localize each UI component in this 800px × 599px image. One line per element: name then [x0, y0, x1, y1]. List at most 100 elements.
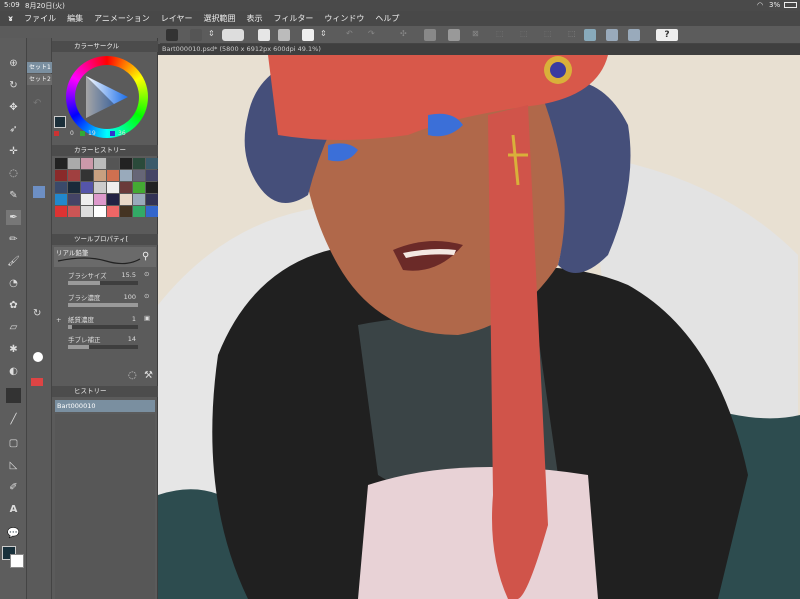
menu-bar: ɤ ファイル 編集 アニメーション レイヤー 選択範囲 表示 フィルター ウィン…	[0, 11, 800, 26]
menu-filter[interactable]: フィルター	[274, 13, 314, 24]
text-tool-icon[interactable]: A	[6, 502, 21, 517]
figure-tool-icon[interactable]: ╱	[6, 412, 21, 427]
airbrush-tool-icon[interactable]: ◔	[6, 276, 21, 291]
settings-icon[interactable]: ▣	[144, 314, 150, 322]
subtool-icon-3[interactable]: ↻	[33, 308, 41, 319]
wrench-icon[interactable]: ⚒	[144, 370, 153, 381]
color-circle-title: カラーサークル	[74, 42, 120, 50]
reset-icon[interactable]: ◌	[128, 370, 137, 381]
brush-tool-icon[interactable]: 🖌	[6, 254, 21, 269]
menu-animation[interactable]: アニメーション	[94, 13, 150, 24]
move-tool-icon[interactable]: ✥	[6, 100, 21, 115]
illustration-canvas[interactable]	[158, 55, 800, 599]
arrows-updown-icon[interactable]: ⇕	[208, 29, 220, 41]
undo-history-icon[interactable]	[190, 29, 202, 41]
panel-column: カラーサークル 0 19 36 カラーヒストリー ツールプロパティ[ リアル鉛筆…	[52, 38, 158, 599]
ruler-icon[interactable]	[584, 29, 596, 41]
move-icon[interactable]	[424, 29, 436, 41]
tool-property-title: ツールプロパティ[	[74, 235, 129, 243]
cc-main-color[interactable]	[54, 116, 66, 128]
eyedropper-tool-icon[interactable]: ✎	[6, 188, 21, 203]
menu-selection[interactable]: 選択範囲	[204, 13, 236, 24]
menu-view[interactable]: 表示	[247, 13, 263, 24]
wifi-icon: ◠	[757, 1, 764, 9]
sub-color-swatch[interactable]	[10, 554, 24, 568]
subtool-icon-4[interactable]	[33, 352, 43, 362]
subtool-icon-2[interactable]	[33, 186, 45, 198]
frame-tool-icon[interactable]: ▢	[6, 436, 21, 451]
history-item[interactable]: Bart000010	[55, 400, 155, 412]
correct-line-tool-icon[interactable]: ✐	[6, 480, 21, 495]
brush-preview[interactable]: リアル鉛筆 ⚲	[54, 247, 156, 267]
h-value: 0	[70, 130, 74, 137]
pencil-tool-icon[interactable]: ✏	[6, 232, 21, 247]
app-logo-icon[interactable]: ɤ	[8, 14, 13, 23]
save-icon[interactable]	[302, 29, 314, 41]
pressure-icon[interactable]: ⊙	[144, 270, 149, 278]
fill-icon[interactable]	[448, 29, 460, 41]
crop-icon[interactable]: ⬚	[496, 29, 508, 41]
snap-icon[interactable]	[628, 29, 640, 41]
command-bar: ⇕ ⇕ ↶ ↷ ✣ ⊠ ⬚ ⬚ ⬚ ⬚ ?	[160, 26, 800, 44]
lasso-tool-icon[interactable]: ◌	[6, 166, 21, 181]
deselect-icon[interactable]: ⊠	[472, 29, 484, 41]
menu-window[interactable]: ウィンドウ	[324, 13, 364, 24]
perspective-icon[interactable]	[606, 29, 618, 41]
invert-icon[interactable]: ⬚	[544, 29, 556, 41]
blend-tool-icon[interactable]: ✱	[6, 342, 21, 357]
help-icon[interactable]: ?	[656, 29, 678, 41]
move-layer-tool-icon[interactable]: ✛	[6, 144, 21, 159]
rotate-tool-icon[interactable]: ↻	[6, 78, 21, 93]
battery-icon	[784, 2, 797, 8]
history-title: ヒストリー	[74, 387, 107, 395]
color-wheel[interactable]	[66, 56, 148, 138]
subtool-icon-5[interactable]	[31, 378, 43, 386]
redo-icon[interactable]: ↷	[368, 29, 380, 41]
fill-tool-icon[interactable]: ◐	[6, 364, 21, 379]
menu-layer[interactable]: レイヤー	[161, 13, 193, 24]
menu-edit[interactable]: 編集	[67, 13, 83, 24]
history-list	[55, 414, 155, 599]
set-tab-1[interactable]: セット1	[27, 62, 52, 73]
color-triangle[interactable]	[84, 74, 130, 120]
pressure-icon[interactable]: ⊙	[144, 292, 149, 300]
brush-search-icon[interactable]: ⚲	[142, 251, 149, 262]
v-value: 36	[118, 130, 126, 137]
color-history-header[interactable]: カラーヒストリー	[52, 145, 158, 156]
arrows-updown-2-icon[interactable]: ⇕	[320, 29, 332, 41]
balloon-tool-icon[interactable]: 💬	[6, 526, 21, 541]
subtool-icon-1[interactable]: ↶	[33, 98, 41, 109]
eraser-tool-icon[interactable]: ▱	[6, 320, 21, 335]
history-header[interactable]: ヒストリー	[52, 386, 158, 397]
v-marker	[110, 131, 115, 136]
grid-icon[interactable]	[166, 29, 178, 41]
document-tab[interactable]: Bart000010.psd* (5800 x 6912px 600dpi 49…	[158, 44, 800, 55]
prop-paper-density[interactable]: + 紙質濃度 1 ▣	[56, 314, 156, 334]
gradient-tool-icon[interactable]	[6, 388, 21, 403]
undo-icon[interactable]: ↶	[346, 29, 358, 41]
prop-brush-density[interactable]: ブラシ濃度 100 ⊙	[56, 292, 156, 312]
new-file-icon[interactable]	[258, 29, 270, 41]
scale-icon[interactable]: ⬚	[568, 29, 580, 41]
tool-property-header[interactable]: ツールプロパティ[	[52, 234, 158, 245]
color-circle-header[interactable]: カラーサークル	[52, 41, 158, 52]
clip-studio-icon[interactable]	[222, 29, 244, 41]
s-value: 19	[88, 130, 96, 137]
transform-icon[interactable]: ✣	[400, 29, 412, 41]
open-folder-icon[interactable]	[278, 29, 290, 41]
selection-icon[interactable]: ⬚	[520, 29, 532, 41]
color-history-grid[interactable]	[55, 158, 158, 220]
prop-brush-size[interactable]: ブラシサイズ 15.5 ⊙	[56, 270, 156, 290]
menu-file[interactable]: ファイル	[24, 13, 56, 24]
prop-stabilization[interactable]: 手ブレ補正 14	[56, 334, 156, 354]
decoration-tool-icon[interactable]: ✿	[6, 298, 21, 313]
zoom-tool-icon[interactable]: ⊕	[6, 56, 21, 71]
status-date: 8月20日(火)	[25, 2, 65, 10]
menu-help[interactable]: ヘルプ	[375, 13, 399, 24]
expand-icon[interactable]: +	[56, 316, 61, 324]
set-tab-2[interactable]: セット2	[27, 74, 52, 85]
pen-tool-icon[interactable]: ✒	[6, 210, 21, 225]
ruler-tool-icon[interactable]: ◺	[6, 458, 21, 473]
color-history-title: カラーヒストリー	[74, 146, 126, 154]
operation-tool-icon[interactable]: ➶	[6, 122, 21, 137]
